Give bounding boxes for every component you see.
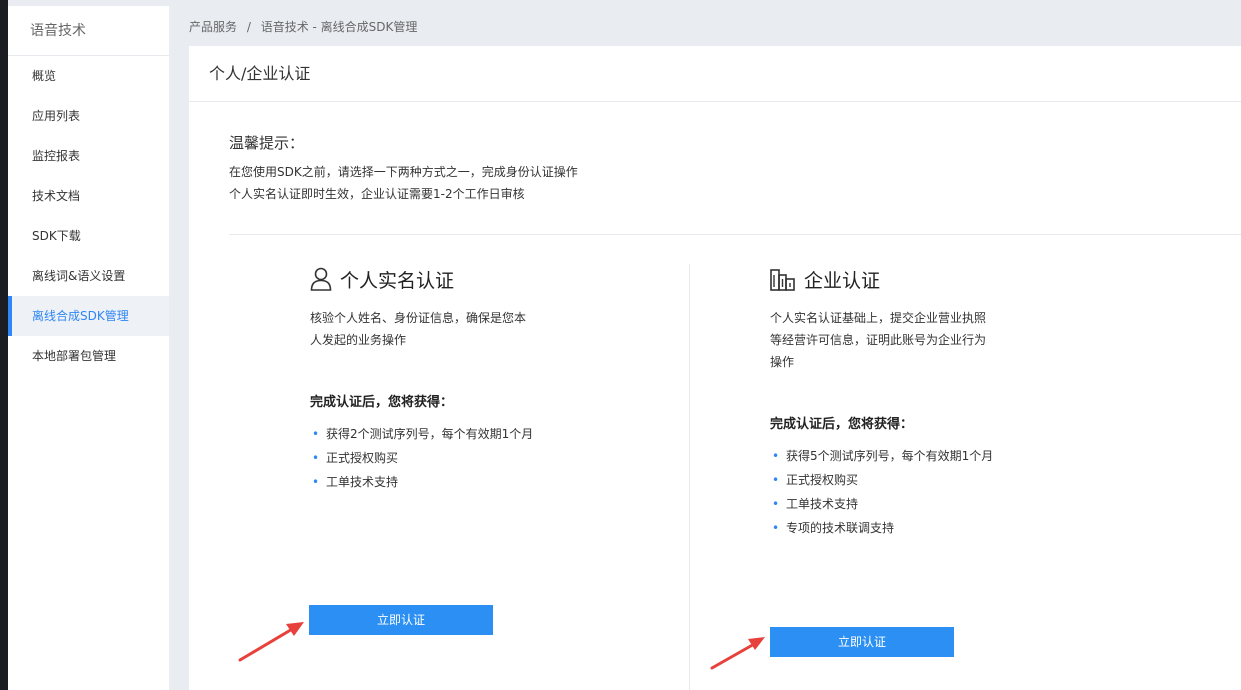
personal-auth-title: 个人实名认证 (340, 269, 455, 292)
personal-auth-card: 个人实名认证 核验个人姓名、身份证信息，确保是您本 人发起的业务操作 完成认证后… (310, 265, 650, 494)
breadcrumb-root[interactable]: 产品服务 (189, 20, 237, 34)
sidebar-item-monitor-report[interactable]: 监控报表 (8, 136, 169, 176)
divider (229, 234, 1241, 235)
page-title: 个人/企业认证 (189, 46, 1241, 102)
tip-title: 温馨提示： (229, 134, 305, 152)
breadcrumb-current: 语音技术 - 离线合成SDK管理 (260, 20, 418, 34)
sidebar-item-app-list[interactable]: 应用列表 (8, 96, 169, 136)
sidebar-item-overview[interactable]: 概览 (8, 56, 169, 96)
column-divider (689, 264, 690, 690)
enterprise-auth-card: 企业认证 个人实名认证基础上，提交企业营业执照 等经营许可信息，证明此账号为企业… (770, 265, 1110, 540)
list-item: 工单技术支持 (310, 470, 650, 494)
sidebar-item-offline-tts-sdk[interactable]: 离线合成SDK管理 (8, 296, 169, 336)
sidebar-item-offline-words[interactable]: 离线词&语义设置 (8, 256, 169, 296)
personal-desc-line-2: 人发起的业务操作 (310, 333, 407, 347)
enterprise-benefits-list: 获得5个测试序列号，每个有效期1个月 正式授权购买 工单技术支持 专项的技术联调… (770, 444, 1110, 540)
tip-line-1: 在您使用SDK之前，请选择一下两种方式之一，完成身份认证操作 (229, 165, 578, 179)
enterprise-desc-line-2: 等经营许可信息，证明此账号为企业行为 (770, 333, 987, 347)
person-icon (310, 267, 332, 291)
sidebar-menu: 概览 应用列表 监控报表 技术文档 SDK下载 离线词&语义设置 离线合成SDK… (8, 56, 169, 376)
sidebar-item-sdk-download[interactable]: SDK下载 (8, 216, 169, 256)
list-item: 获得2个测试序列号，每个有效期1个月 (310, 422, 650, 446)
personal-desc-line-1: 核验个人姓名、身份证信息，确保是您本 (310, 311, 527, 325)
personal-benefits-list: 获得2个测试序列号，每个有效期1个月 正式授权购买 工单技术支持 (310, 422, 650, 494)
enterprise-auth-title-row: 企业认证 (770, 265, 1110, 293)
enterprise-verify-button[interactable]: 立即认证 (770, 627, 954, 657)
enterprise-gain-title: 完成认证后，您将获得： (770, 417, 914, 432)
enterprise-auth-title: 企业认证 (804, 269, 881, 292)
annotation-arrow-icon (710, 637, 765, 670)
personal-auth-title-row: 个人实名认证 (310, 265, 650, 293)
list-item: 正式授权购买 (770, 468, 1110, 492)
enterprise-auth-desc: 个人实名认证基础上，提交企业营业执照 等经营许可信息，证明此账号为企业行为 操作 (770, 307, 1110, 373)
sidebar-item-tech-docs[interactable]: 技术文档 (8, 176, 169, 216)
sidebar-title: 语音技术 (8, 6, 169, 56)
sidebar: 语音技术 概览 应用列表 监控报表 技术文档 SDK下载 离线词&语义设置 离线… (8, 6, 169, 690)
personal-auth-desc: 核验个人姓名、身份证信息，确保是您本 人发起的业务操作 (310, 307, 650, 351)
personal-verify-button[interactable]: 立即认证 (309, 605, 493, 635)
window-edge (0, 0, 8, 690)
list-item: 获得5个测试序列号，每个有效期1个月 (770, 444, 1110, 468)
tip-line-2: 个人实名认证即时生效，企业认证需要1-2个工作日审核 (229, 187, 525, 201)
personal-gain-title: 完成认证后，您将获得： (310, 395, 454, 410)
enterprise-desc-line-3: 操作 (770, 355, 795, 369)
list-item: 专项的技术联调支持 (770, 516, 1110, 540)
breadcrumb: 产品服务 / 语音技术 - 离线合成SDK管理 (189, 18, 423, 35)
list-item: 工单技术支持 (770, 492, 1110, 516)
annotation-arrow-icon (238, 622, 304, 662)
breadcrumb-separator: / (246, 20, 251, 34)
sidebar-item-local-deploy[interactable]: 本地部署包管理 (8, 336, 169, 376)
main-panel: 个人/企业认证 温馨提示： 在您使用SDK之前，请选择一下两种方式之一，完成身份… (189, 46, 1241, 690)
enterprise-desc-line-1: 个人实名认证基础上，提交企业营业执照 (770, 311, 987, 325)
list-item: 正式授权购买 (310, 446, 650, 470)
building-icon (770, 269, 795, 291)
